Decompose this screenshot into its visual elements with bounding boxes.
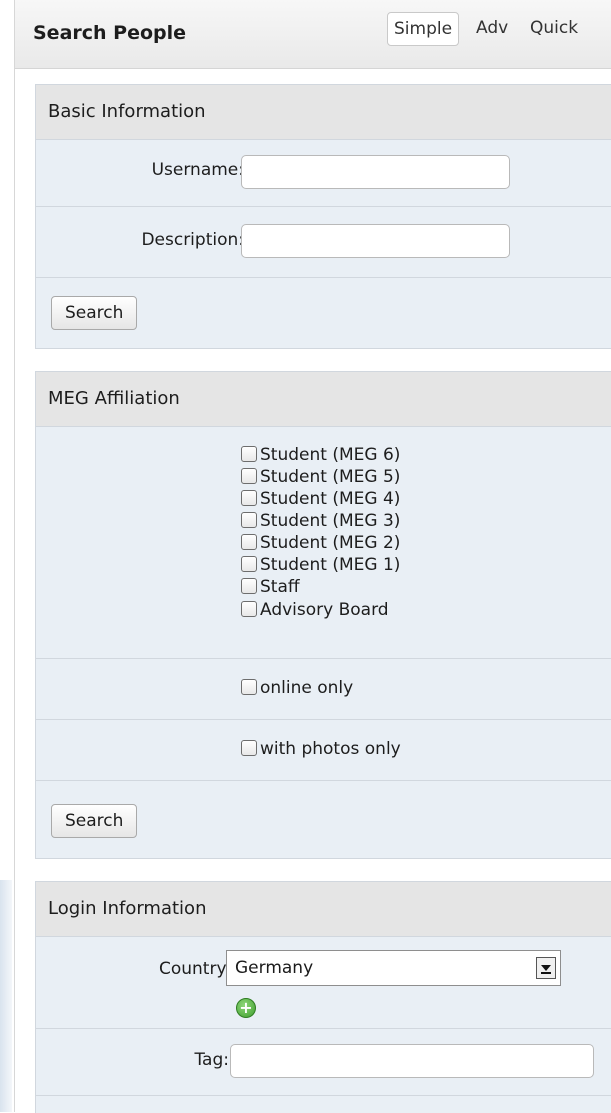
checkbox[interactable]: [241, 446, 257, 462]
option-label: Student (MEG 6): [260, 445, 401, 465]
login-information-header: Login Information: [36, 882, 611, 937]
affiliation-option[interactable]: Student (MEG 5): [241, 466, 400, 488]
panel-header: Search People Simple Adv Quick: [15, 0, 611, 69]
username-row: Username:: [36, 140, 611, 207]
checkbox[interactable]: [241, 490, 257, 506]
with-photos-option[interactable]: with photos only: [241, 738, 401, 760]
basic-search-button[interactable]: Search: [51, 296, 138, 330]
add-circle-icon[interactable]: +: [236, 998, 256, 1018]
option-label: Student (MEG 5): [260, 467, 401, 487]
with-photos-row: with photos only: [36, 720, 611, 781]
basic-information-section: Basic Information Username: Description:…: [35, 84, 611, 349]
tag-input[interactable]: [230, 1044, 594, 1078]
description-input[interactable]: [241, 224, 510, 258]
affiliation-option[interactable]: Advisory Board: [241, 599, 389, 621]
tab-simple[interactable]: Simple: [387, 12, 460, 46]
affiliation-search-button[interactable]: Search: [51, 804, 138, 838]
online-only-row: online only: [36, 659, 611, 720]
option-label: Student (MEG 2): [260, 533, 401, 553]
tab-adv[interactable]: Adv: [470, 12, 514, 44]
option-label: Student (MEG 4): [260, 489, 401, 509]
option-label: Student (MEG 3): [260, 511, 401, 531]
affiliation-header: MEG Affiliation: [36, 372, 611, 427]
affiliation-option[interactable]: Student (MEG 4): [241, 488, 400, 510]
description-label: Description:: [141, 230, 244, 250]
affiliation-option[interactable]: Student (MEG 3): [241, 510, 400, 532]
checkbox[interactable]: [241, 468, 257, 484]
affiliation-option[interactable]: Staff: [241, 576, 300, 598]
login-information-section: Login Information Country: Germany + Tag…: [35, 881, 611, 1113]
affiliation-option[interactable]: Student (MEG 6): [241, 444, 400, 466]
basic-information-header: Basic Information: [36, 85, 611, 140]
page-background-edge: [0, 0, 14, 1112]
tag-label: Tag:: [194, 1050, 229, 1070]
checkbox[interactable]: [241, 601, 257, 617]
country-select-value: Germany: [235, 958, 314, 978]
checkbox[interactable]: [241, 740, 257, 756]
country-label: Country:: [158, 959, 231, 979]
affiliation-section: MEG Affiliation Student (MEG 6) Student …: [35, 371, 611, 859]
tab-quick[interactable]: Quick: [524, 12, 584, 44]
description-row: Description:: [36, 207, 611, 278]
country-row: Country: Germany +: [36, 937, 611, 1029]
option-label: online only: [260, 678, 354, 698]
affiliation-option[interactable]: Student (MEG 1): [241, 554, 400, 576]
username-input[interactable]: [241, 155, 510, 189]
checkbox[interactable]: [241, 679, 257, 695]
dropdown-arrow-icon[interactable]: [536, 957, 556, 979]
option-label: Staff: [260, 577, 300, 597]
section-heading: Login Information: [48, 898, 207, 919]
affiliation-option[interactable]: Student (MEG 2): [241, 532, 400, 554]
online-only-option[interactable]: online only: [241, 677, 353, 699]
checkbox[interactable]: [241, 556, 257, 572]
checkbox[interactable]: [241, 578, 257, 594]
option-label: with photos only: [260, 739, 401, 759]
section-heading: Basic Information: [48, 101, 206, 122]
checkbox[interactable]: [241, 534, 257, 550]
option-label: Student (MEG 1): [260, 555, 401, 575]
country-select[interactable]: Germany: [226, 950, 561, 986]
option-label: Advisory Board: [260, 600, 389, 620]
affiliation-options-row: Student (MEG 6) Student (MEG 5) Student …: [36, 427, 611, 659]
panel-title: Search People: [33, 22, 187, 44]
section-heading: MEG Affiliation: [48, 388, 180, 409]
username-label: Username:: [151, 160, 244, 180]
tag-row: Tag:: [36, 1029, 611, 1096]
checkbox[interactable]: [241, 512, 257, 528]
search-people-panel: Search People Simple Adv Quick Basic Inf…: [14, 0, 611, 1113]
